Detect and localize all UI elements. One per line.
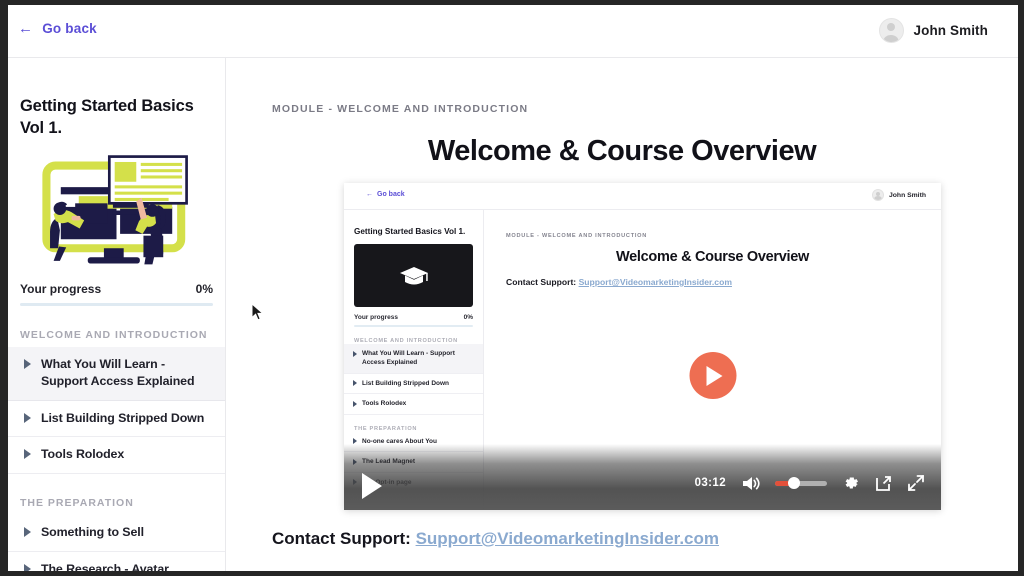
preview-progress-value: 0% [463,314,473,322]
volume-slider[interactable] [775,477,827,489]
preview-item-list-building: List Building Stripped Down [344,374,483,395]
video-controls-bar[interactable]: 03:12 [344,444,941,510]
sidebar-item-what-you-will-learn[interactable]: What You Will Learn - Support Access Exp… [8,346,225,401]
main-content: MODULE - WELCOME AND INTRODUCTION Welcom… [226,58,1018,571]
preview-module-eyebrow: MODULE - WELCOME AND INTRODUCTION [506,233,648,239]
go-back-label: Go back [42,21,97,36]
picture-in-picture-icon[interactable] [875,475,892,492]
sidebar-item-tools-rolodex[interactable]: Tools Rolodex [8,437,225,474]
user-menu[interactable]: John Smith [878,18,989,43]
graduation-cap-icon [354,244,473,308]
sidebar-item-label: Tools Rolodex [41,447,125,462]
play-triangle-icon [353,380,357,387]
avatar [871,189,884,201]
sidebar-item-the-research-avatar[interactable]: The Research - Avatar [8,552,225,571]
arrow-left-icon: ← [18,20,34,37]
preview-user-menu: John Smith [871,189,926,201]
screen-frame: ← Go back John Smith Getting Started Bas… [0,0,1024,576]
go-back-link[interactable]: ← Go back [18,21,97,36]
progress-value: 0% [195,281,213,296]
course-page: ← Go back John Smith Getting Started Bas… [8,5,1018,571]
preview-go-back-link: ← Go back [366,191,405,198]
fullscreen-icon[interactable] [907,474,925,492]
sidebar-item-label: The Research - Avatar [41,561,169,571]
play-triangle-icon [24,563,31,571]
sidebar-item-label: List Building Stripped Down [41,410,205,425]
video-play-button[interactable] [689,352,736,399]
preview-page-title: Welcome & Course Overview [616,249,809,265]
video-player[interactable]: ← Go back John Smith Getting Started Bas… [344,183,941,510]
progress-bar [20,302,213,306]
support-email-link[interactable]: Support@VideomarketingInsider.com [416,529,719,548]
progress-label: Your progress [20,281,102,296]
sidebar-item-label: What You Will Learn - Support Access Exp… [41,356,195,389]
preview-item-label: Tools Rolodex [362,400,407,408]
preview-support-email-link: Support@VideomarketingInsider.com [578,277,732,287]
sidebar-item-label: Something to Sell [41,524,144,539]
gear-icon[interactable] [842,474,860,492]
play-triangle-icon [24,449,31,460]
avatar [878,18,904,43]
contact-support: Contact Support: Support@VideomarketingI… [272,529,719,549]
play-triangle-icon [353,400,357,407]
preview-progress-label: Your progress [354,314,398,322]
section-label-preparation: THE PREPARATION [20,496,134,509]
preview-go-back-label: Go back [377,191,405,198]
preview-contact-prefix: Contact Support: [506,277,577,287]
play-icon [706,365,723,386]
progress-row: Your progress 0% [20,282,213,296]
preview-nav-list-welcome: What You Will Learn - Support Access Exp… [344,344,483,415]
section-label-welcome: WELCOME AND INTRODUCTION [20,328,208,341]
user-name: John Smith [913,23,988,38]
preview-item-label: List Building Stripped Down [362,379,450,387]
contact-prefix: Contact Support: [272,529,411,548]
module-eyebrow: MODULE - WELCOME AND INTRODUCTION [272,103,529,115]
overlay-play-icon[interactable] [362,473,382,499]
course-title: Getting Started Basics Vol 1. [20,97,194,137]
nav-list-welcome: What You Will Learn - Support Access Exp… [8,346,225,474]
preview-course-title: Getting Started Basics Vol 1. [354,227,466,236]
arrow-left-icon: ← [366,191,373,198]
play-triangle-icon [24,412,31,423]
play-triangle-icon [24,358,31,369]
preview-top-bar: ← Go back John Smith [344,183,941,210]
volume-knob[interactable] [788,477,800,489]
sidebar-item-list-building[interactable]: List Building Stripped Down [8,401,225,438]
preview-section-label-welcome: WELCOME AND INTRODUCTION [354,338,458,345]
preview-item-label: What You Will Learn - Support Access Exp… [362,350,455,367]
video-timestamp: 03:12 [694,477,726,489]
sidebar-item-something-to-sell[interactable]: Something to Sell [8,515,225,552]
play-triangle-icon [353,350,357,357]
play-triangle-icon [24,526,31,537]
nav-list-preparation: Something to Sell The Research - Avatar … [8,515,225,571]
page-title: Welcome & Course Overview [427,135,817,167]
preview-progress-bar [354,325,473,328]
volume-high-icon[interactable] [741,475,760,492]
course-illustration [20,152,213,268]
preview-progress-row: Your progress 0% [354,314,473,321]
preview-user-name: John Smith [888,191,926,199]
top-bar: ← Go back John Smith [8,5,1018,58]
preview-contact-support: Contact Support: Support@VideomarketingI… [506,277,941,287]
preview-item-what-you-will-learn: What You Will Learn - Support Access Exp… [344,344,483,374]
course-sidebar[interactable]: Getting Started Basics Vol 1. Your progr… [8,58,226,571]
preview-item-tools-rolodex: Tools Rolodex [344,394,483,415]
